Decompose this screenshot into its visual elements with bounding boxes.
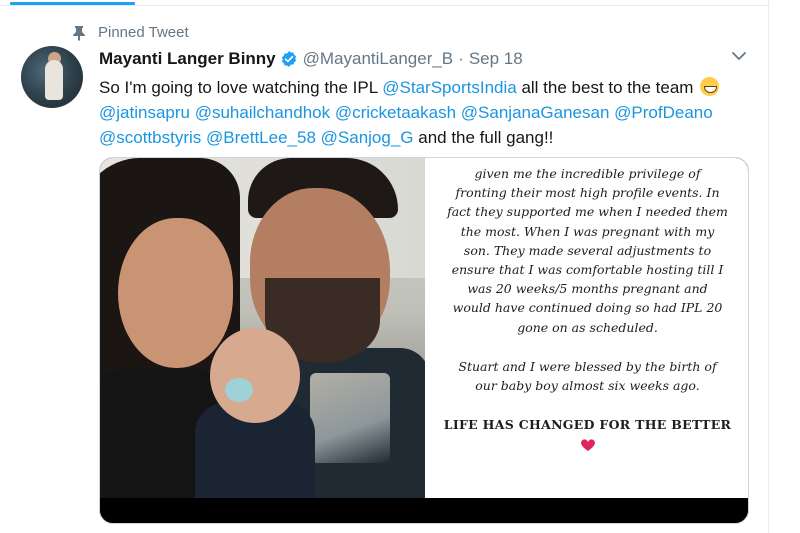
mention-link[interactable]: @cricketaakash: [335, 103, 456, 122]
mention-link[interactable]: @suhailchandhok: [195, 103, 330, 122]
tweet-media[interactable]: given me the incredible privilege of fro…: [99, 157, 749, 524]
header-separator: ·: [458, 49, 464, 68]
pinned-tweet-label: Pinned Tweet: [98, 24, 189, 41]
mention-link[interactable]: @BrettLee_58: [206, 128, 316, 147]
tweet-header: Mayanti Langer Binny @MayantiLanger_B · …: [99, 48, 523, 70]
tweet-date[interactable]: Sep 18: [469, 49, 523, 69]
media-footer-bar: [100, 498, 748, 523]
mention-link[interactable]: @Sanjog_G: [321, 128, 414, 147]
tweet-text-intro: So I'm going to love watching the IPL: [99, 78, 383, 97]
mention-link[interactable]: @scottbstyris: [99, 128, 201, 147]
note-line: son. They made several adjustments to: [463, 242, 712, 258]
note-line: gone on as scheduled.: [517, 319, 658, 335]
tweet-text-mid: all the best to the team: [516, 78, 699, 97]
photo-shirt-print: [310, 373, 390, 463]
note-line: was 20 weeks/5 months pregnant and: [467, 281, 708, 297]
top-divider: [0, 5, 770, 6]
chevron-down-icon[interactable]: [731, 50, 747, 62]
note-gap: [439, 337, 736, 357]
top-tab-strip: [0, 0, 800, 10]
column-divider: [768, 0, 769, 533]
note-line: ensure that I was comfortable hosting ti…: [451, 262, 724, 278]
mention-link[interactable]: @SanjanaGanesan: [461, 103, 610, 122]
avatar[interactable]: [21, 46, 83, 108]
photo-baby-head: [210, 328, 300, 423]
user-handle[interactable]: @MayantiLanger_B: [303, 49, 454, 69]
avatar-figure: [45, 60, 63, 100]
grinning-face-emoji-icon: [700, 77, 720, 96]
verified-badge-icon: [281, 51, 296, 67]
tweet-text-outro: and the full gang!!: [413, 128, 554, 147]
mention-link[interactable]: @StarSportsIndia: [382, 78, 516, 97]
note-closing: LIFE HAS CHANGED FOR THE BETTER: [443, 417, 732, 433]
tweet-text: So I'm going to love watching the IPL @S…: [99, 75, 759, 150]
photo-woman-face: [118, 218, 233, 368]
note-line: fact they supported me when I needed the…: [447, 204, 728, 220]
note-line: our baby boy almost six weeks ago.: [475, 378, 700, 394]
red-heart-icon: [580, 439, 595, 452]
photo-pacifier: [225, 378, 253, 402]
note-line: Stuart and I were blessed by the birth o…: [458, 358, 717, 374]
note-line: fronting their most high profile events.…: [455, 185, 720, 201]
note-line: given me the incredible privilege of: [474, 166, 701, 181]
mention-link[interactable]: @ProfDeano: [614, 103, 713, 122]
note-line: the most. When I was pregnant with my: [460, 223, 715, 239]
note-gap: [439, 395, 736, 415]
pin-icon: [73, 26, 85, 41]
display-name[interactable]: Mayanti Langer Binny: [99, 49, 276, 69]
mention-link[interactable]: @jatinsapru: [99, 103, 190, 122]
note-line: would have continued doing so had IPL 20: [452, 300, 723, 316]
handwritten-note[interactable]: given me the incredible privilege of fro…: [425, 158, 748, 498]
family-photo[interactable]: [100, 158, 425, 498]
